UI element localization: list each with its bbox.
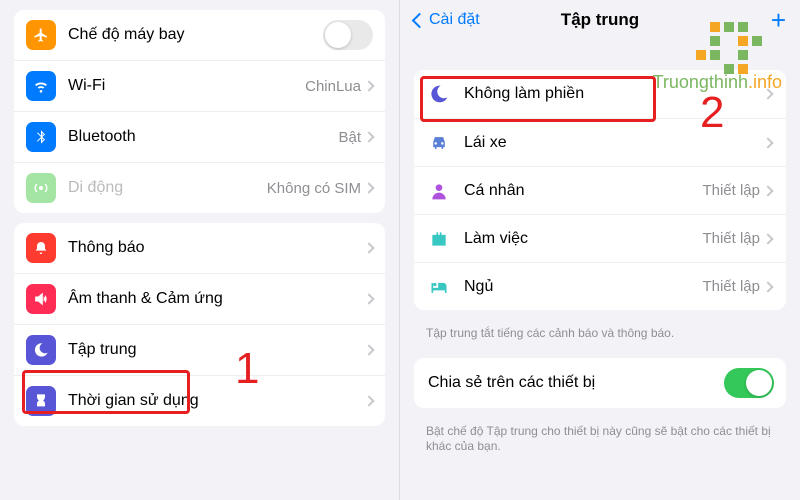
airplane-icon: [26, 20, 56, 50]
screentime-label: Thời gian sử dụng: [68, 392, 365, 410]
car-icon: [428, 132, 450, 154]
settings-section-connectivity: Chế độ máy bay Wi-Fi ChinLua Bluetooth B…: [14, 10, 385, 213]
chevron-icon: [363, 131, 374, 142]
navbar: Cài đặt Tập trung +: [400, 0, 800, 40]
chevron-icon: [363, 182, 374, 193]
airplane-toggle[interactable]: [323, 20, 373, 50]
row-work[interactable]: Làm việc Thiết lập: [414, 214, 786, 262]
dnd-label: Không làm phiền: [464, 85, 764, 103]
sleep-value: Thiết lập: [702, 278, 760, 295]
briefcase-icon: [428, 228, 450, 250]
row-sounds[interactable]: Âm thanh & Cảm ứng: [14, 273, 385, 324]
row-bluetooth[interactable]: Bluetooth Bật: [14, 111, 385, 162]
airplane-label: Chế độ máy bay: [68, 26, 323, 44]
chevron-icon: [363, 293, 374, 304]
nav-back-button[interactable]: Cài đặt: [414, 11, 480, 29]
driving-label: Lái xe: [464, 134, 764, 152]
focus-label: Tập trung: [68, 341, 365, 359]
personal-label: Cá nhân: [464, 182, 702, 200]
bluetooth-label: Bluetooth: [68, 128, 338, 146]
cellular-icon: [26, 173, 56, 203]
row-share-devices[interactable]: Chia sẻ trên các thiết bị: [414, 358, 786, 408]
nav-add-button[interactable]: +: [771, 7, 786, 33]
focus-icon: [26, 335, 56, 365]
row-wifi[interactable]: Wi-Fi ChinLua: [14, 60, 385, 111]
row-focus[interactable]: Tập trung: [14, 324, 385, 375]
bluetooth-value: Bật: [338, 129, 361, 146]
row-personal[interactable]: Cá nhân Thiết lập: [414, 166, 786, 214]
bluetooth-icon: [26, 122, 56, 152]
person-icon: [428, 180, 450, 202]
nav-title: Tập trung: [561, 10, 639, 30]
focus-footer-2: Bật chế độ Tập trung cho thiết bị này cũ…: [400, 418, 800, 461]
focus-modes-section: Không làm phiền Lái xe Cá nhân Thiết lập…: [414, 70, 786, 310]
chevron-icon: [363, 395, 374, 406]
share-toggle[interactable]: [724, 368, 774, 398]
notifications-label: Thông báo: [68, 239, 365, 257]
moon-icon: [428, 83, 450, 105]
row-sleep[interactable]: Ngủ Thiết lập: [414, 262, 786, 310]
wifi-label: Wi-Fi: [68, 77, 305, 95]
sounds-label: Âm thanh & Cảm ứng: [68, 290, 365, 308]
bed-icon: [428, 276, 450, 298]
row-do-not-disturb[interactable]: Không làm phiền: [414, 70, 786, 118]
row-notifications[interactable]: Thông báo: [14, 223, 385, 273]
work-label: Làm việc: [464, 230, 702, 248]
settings-section-general: Thông báo Âm thanh & Cảm ứng Tập trung T…: [14, 223, 385, 426]
notifications-icon: [26, 233, 56, 263]
sleep-label: Ngủ: [464, 278, 702, 296]
row-driving[interactable]: Lái xe: [414, 118, 786, 166]
row-cellular[interactable]: Di động Không có SIM: [14, 162, 385, 213]
chevron-icon: [363, 80, 374, 91]
work-value: Thiết lập: [702, 230, 760, 247]
chevron-icon: [762, 281, 773, 292]
focus-footer-1: Tập trung tắt tiếng các cảnh báo và thôn…: [400, 320, 800, 348]
chevron-icon: [762, 233, 773, 244]
cellular-value: Không có SIM: [267, 180, 361, 197]
chevron-icon: [762, 88, 773, 99]
screentime-icon: [26, 386, 56, 416]
chevron-icon: [762, 185, 773, 196]
row-screentime[interactable]: Thời gian sử dụng: [14, 375, 385, 426]
chevron-icon: [363, 242, 374, 253]
cellular-label: Di động: [68, 179, 267, 197]
share-section: Chia sẻ trên các thiết bị: [414, 358, 786, 408]
settings-pane-right: Cài đặt Tập trung + Không làm phiền Lái …: [400, 0, 800, 500]
settings-pane-left: Chế độ máy bay Wi-Fi ChinLua Bluetooth B…: [0, 0, 400, 500]
chevron-icon: [762, 137, 773, 148]
wifi-icon: [26, 71, 56, 101]
sounds-icon: [26, 284, 56, 314]
wifi-value: ChinLua: [305, 78, 361, 95]
share-label: Chia sẻ trên các thiết bị: [428, 374, 724, 392]
chevron-icon: [363, 344, 374, 355]
personal-value: Thiết lập: [702, 182, 760, 199]
row-airplane-mode[interactable]: Chế độ máy bay: [14, 10, 385, 60]
